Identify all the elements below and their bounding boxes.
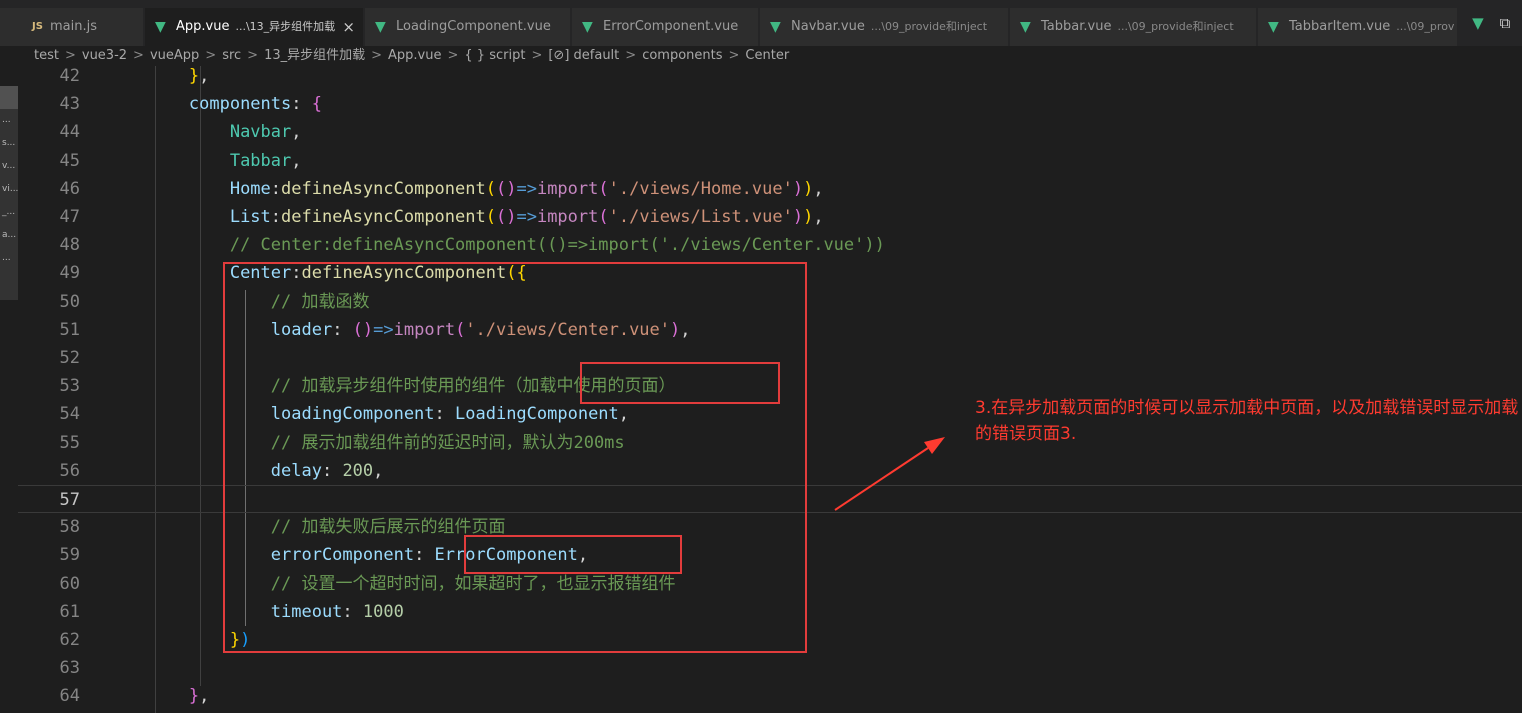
annotation-arrow: [834, 437, 945, 511]
annotation-note: 3.在异步加载页面的时候可以显示加载中页面，以及加载错误时显示加载的错误页面3.: [975, 398, 1519, 444]
